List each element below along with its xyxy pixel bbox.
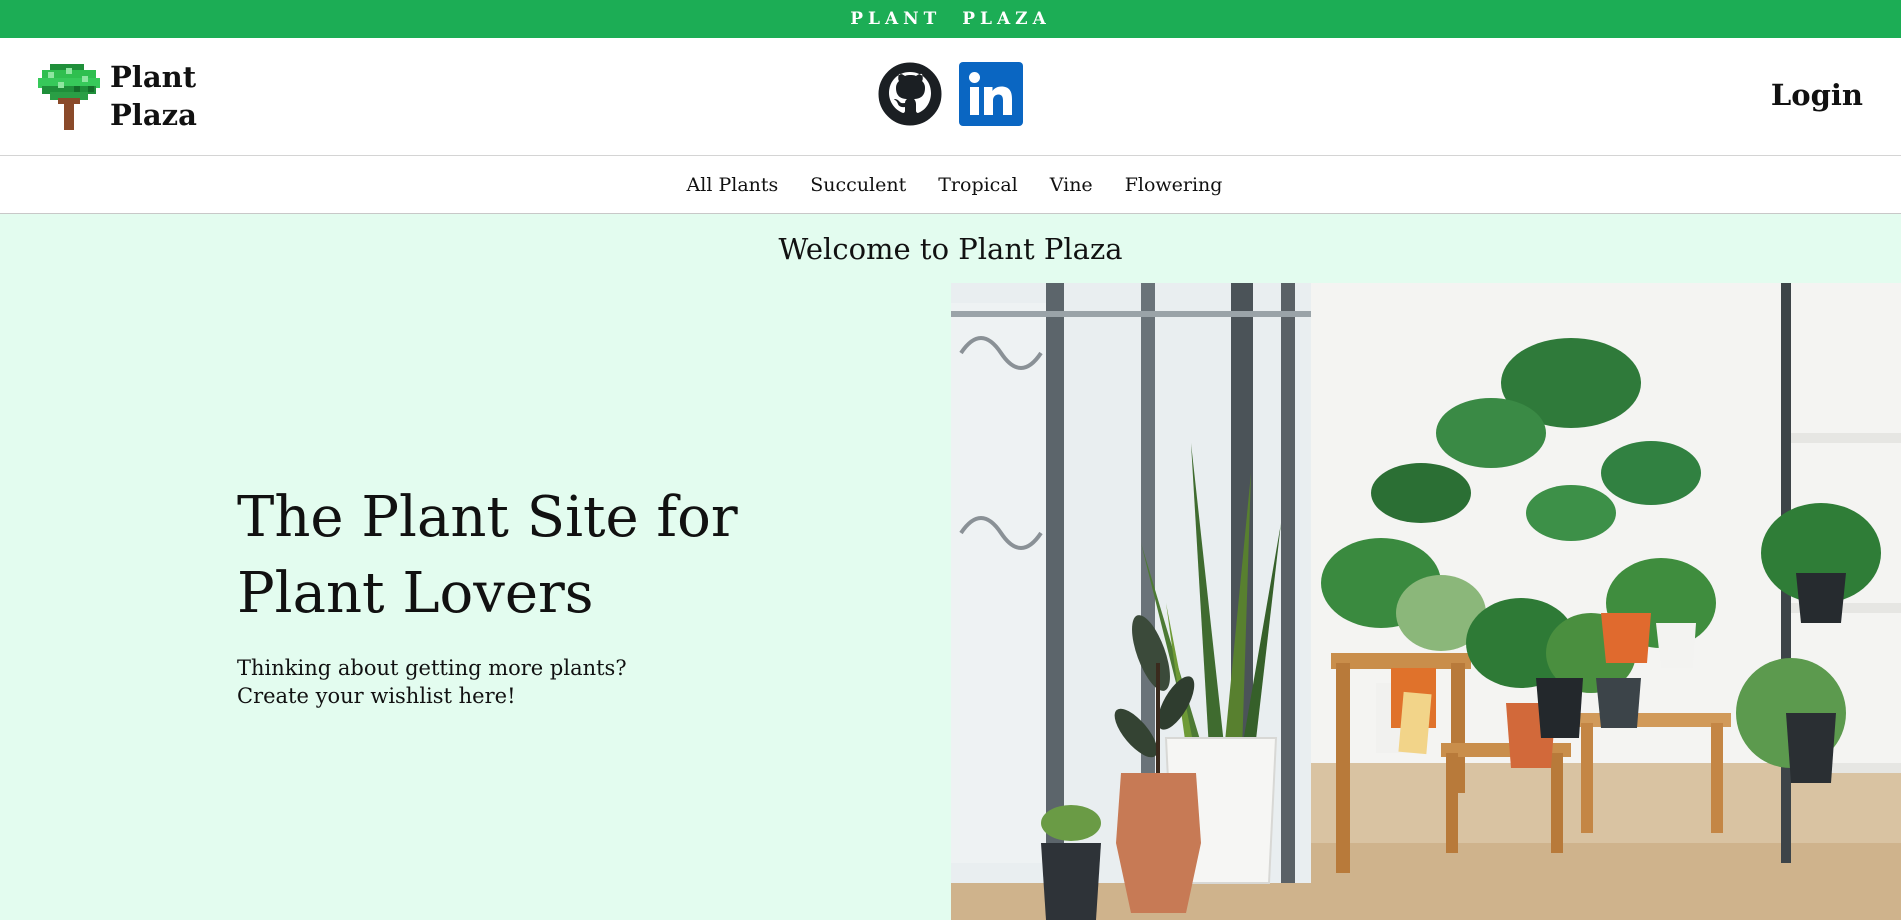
nav-all-plants[interactable]: All Plants <box>687 174 779 196</box>
hero-section: Welcome to Plant Plaza The Plant Site fo… <box>0 214 1901 920</box>
linkedin-link[interactable] <box>959 62 1023 126</box>
github-link[interactable] <box>878 62 942 126</box>
banner-title: PLANT PLAZA <box>850 9 1051 29</box>
nav-succulent[interactable]: Succulent <box>810 174 906 196</box>
pixel-tree-icon <box>38 64 100 130</box>
top-banner: PLANT PLAZA <box>0 0 1901 38</box>
linkedin-icon <box>959 62 1023 126</box>
welcome-heading: Welcome to Plant Plaza <box>778 232 1123 266</box>
category-nav: All Plants Succulent Tropical Vine Flowe… <box>0 156 1901 214</box>
nav-tropical[interactable]: Tropical <box>938 174 1017 196</box>
hero-plants-photo <box>951 283 1901 920</box>
nav-flowering[interactable]: Flowering <box>1125 174 1223 196</box>
hero-title: The Plant Site for Plant Lovers <box>237 485 738 626</box>
login-link[interactable]: Login <box>1771 78 1863 112</box>
site-header: Plant Plaza Login <box>0 38 1901 156</box>
brand-link[interactable]: Plant Plaza <box>38 58 220 134</box>
github-icon <box>878 62 942 126</box>
social-links <box>878 62 1023 126</box>
brand-name: Plant Plaza <box>110 60 197 132</box>
hero-subtitle: Thinking about getting more plants? Crea… <box>237 656 627 708</box>
nav-vine[interactable]: Vine <box>1050 174 1093 196</box>
hero-text: The Plant Site for Plant Lovers Thinking… <box>237 480 757 710</box>
